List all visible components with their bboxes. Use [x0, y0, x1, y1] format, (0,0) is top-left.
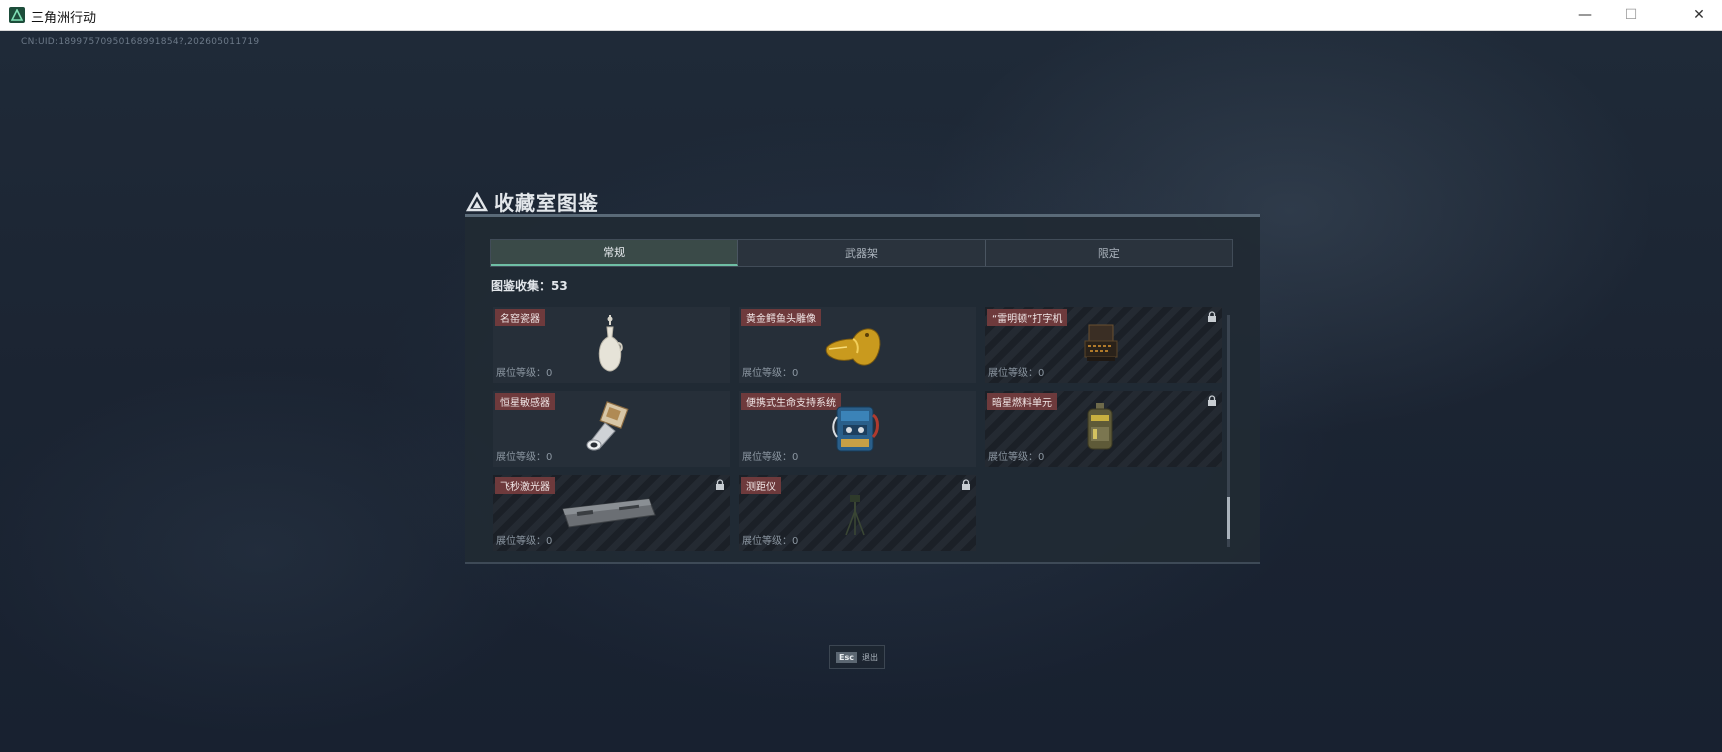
lock-icon	[716, 479, 724, 490]
tab-weapon-rack[interactable]: 武器架	[738, 240, 986, 266]
typewriter-icon	[1084, 324, 1118, 361]
item-card[interactable]: “雷明顿”打字机 展位等级：0	[985, 307, 1222, 383]
item-card[interactable]: 恒星敏感器 展位等级：0	[493, 391, 730, 467]
scrollbar-thumb[interactable]	[1227, 497, 1230, 539]
exit-button[interactable]: Esc 退出	[829, 645, 885, 669]
item-level: 展位等级：0	[496, 536, 553, 547]
collection-count: 图鉴收集：53	[491, 279, 568, 293]
tab-regular[interactable]: 常规	[491, 240, 739, 266]
delta-logo-icon	[466, 191, 488, 211]
rangefinder-tripod-icon	[845, 495, 865, 536]
femtosecond-laser-icon	[562, 498, 656, 528]
esc-key-hint: Esc	[836, 651, 857, 663]
item-name: 黄金鳄鱼头雕像	[741, 309, 821, 326]
game-viewport: CN:UID:18997570950168991854?,20260501171…	[0, 31, 1722, 752]
window-titlebar: 三角洲行动 — ☐ ✕	[0, 0, 1722, 31]
item-name: “雷明顿”打字机	[987, 309, 1068, 326]
close-button[interactable]: ✕	[1676, 0, 1722, 30]
exit-label: 退出	[861, 652, 878, 662]
maximize-button[interactable]: ☐	[1608, 0, 1654, 30]
item-card[interactable]: 名窑瓷器 展位等级：0	[493, 307, 730, 383]
item-level: 展位等级：0	[496, 452, 553, 463]
lock-icon	[962, 479, 970, 490]
item-card[interactable]: 飞秒激光器 展位等级：0	[493, 475, 730, 551]
item-card[interactable]: 暗星燃料单元 展位等级：0	[985, 391, 1222, 467]
life-support-system-icon	[832, 406, 879, 452]
item-level: 展位等级：0	[742, 536, 799, 547]
item-name: 飞秒激光器	[495, 477, 555, 494]
item-grid: 名窑瓷器 展位等级：0 黄金鳄鱼头雕像 展位等级：0 “雷明顿”打字机 展位等级…	[493, 307, 1223, 551]
item-level: 展位等级：0	[742, 452, 799, 463]
panel-header: 收藏室图鉴	[466, 187, 599, 216]
item-card[interactable]: 便携式生命支持系统 展位等级：0	[739, 391, 976, 467]
star-sensor-icon	[586, 401, 629, 451]
panel-title: 收藏室图鉴	[494, 191, 599, 215]
item-level: 展位等级：0	[988, 368, 1045, 379]
tab-limited[interactable]: 限定	[986, 240, 1232, 266]
item-card[interactable]: 黄金鳄鱼头雕像 展位等级：0	[739, 307, 976, 383]
item-name: 测距仪	[741, 477, 781, 494]
category-tabs: 常规 武器架 限定	[490, 239, 1233, 267]
item-level: 展位等级：0	[742, 368, 799, 379]
fuel-cell-icon	[1087, 403, 1113, 450]
minimize-button[interactable]: —	[1562, 0, 1608, 30]
collection-panel: 常规 武器架 限定 图鉴收集：53 名窑瓷器 展位等级：0 黄金鳄鱼头雕像 展位…	[465, 214, 1260, 564]
item-card[interactable]: 测距仪 展位等级：0	[739, 475, 976, 551]
window-title: 三角洲行动	[31, 11, 97, 26]
app-logo-icon	[9, 7, 25, 23]
item-level: 展位等级：0	[496, 368, 553, 379]
item-name: 名窑瓷器	[495, 309, 545, 326]
uid-label: CN:UID:18997570950168991854?,20260501171…	[21, 37, 260, 47]
porcelain-vase-icon	[598, 315, 623, 372]
item-name: 暗星燃料单元	[987, 393, 1057, 410]
item-name: 便携式生命支持系统	[741, 393, 841, 410]
item-name: 恒星敏感器	[495, 393, 555, 410]
item-level: 展位等级：0	[988, 452, 1045, 463]
lock-icon	[1208, 311, 1216, 322]
lock-icon	[1208, 395, 1216, 406]
gold-crocodile-head-icon	[825, 328, 881, 366]
